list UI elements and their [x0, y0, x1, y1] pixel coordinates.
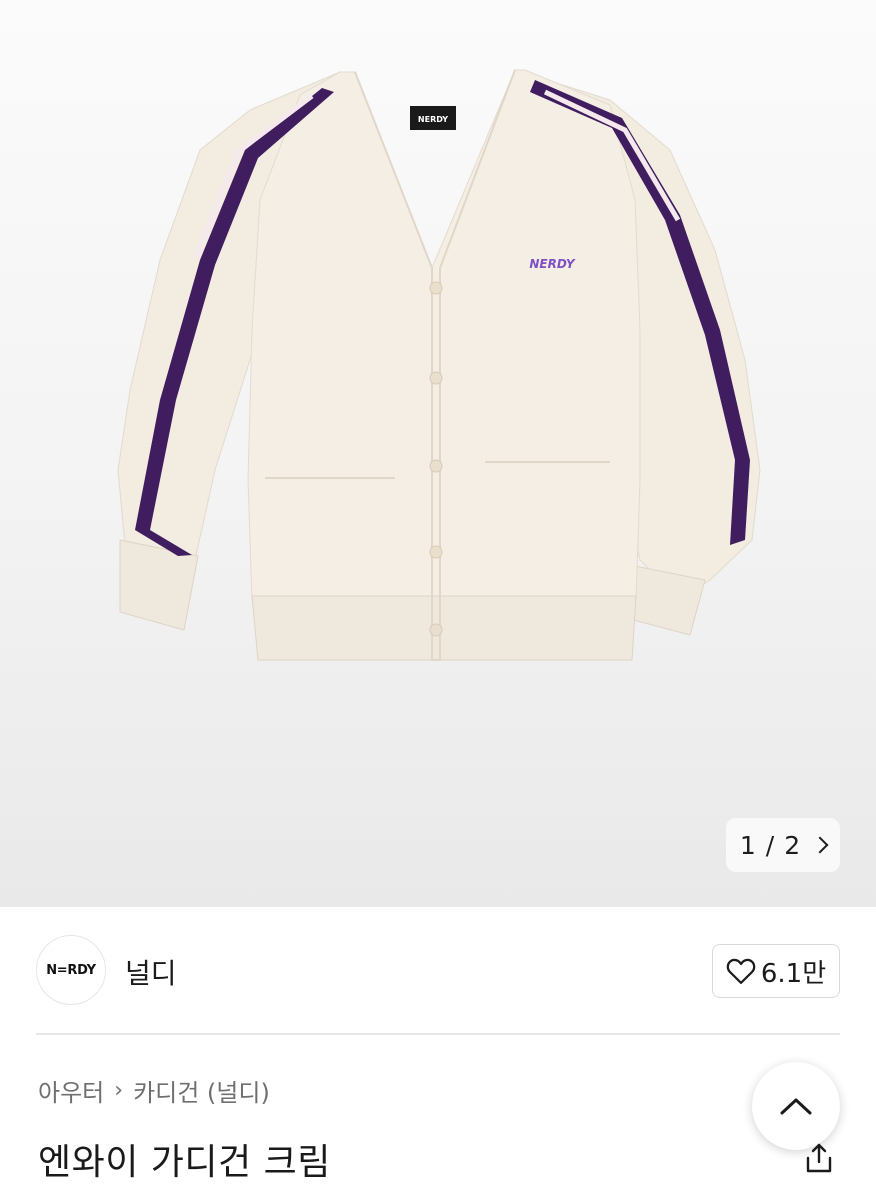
breadcrumb-category[interactable]: 아우터	[38, 1073, 104, 1108]
brand-row: N=RDY 널디 6.1만	[36, 935, 840, 1007]
scroll-to-top-button[interactable]	[752, 1062, 840, 1150]
brand-name[interactable]: 널디	[125, 952, 177, 992]
share-button[interactable]	[800, 1138, 838, 1178]
product-title: 엔와이 가디건 크림	[38, 1142, 331, 1183]
product-image: NERDY NERDY	[117, 69, 761, 661]
like-count: 6.1만	[760, 958, 827, 989]
heart-icon	[726, 958, 756, 984]
brand-logo[interactable]: N=RDY	[36, 935, 106, 1005]
chevron-right-icon: ›	[114, 1078, 124, 1103]
breadcrumb: 아우터 › 카디건 (널디)	[38, 1073, 270, 1108]
pager-current: 1	[739, 830, 756, 860]
brand-logo-text: N=RDY	[46, 962, 96, 978]
chest-logo-text: NERDY	[529, 257, 576, 271]
image-pager[interactable]: 1 / 2	[726, 818, 840, 872]
product-image-gallery[interactable]: NERDY NERDY 1 / 2	[0, 0, 876, 907]
neck-label-text: NERDY	[418, 115, 448, 124]
pager-total: 2	[784, 830, 801, 860]
pager-separator: /	[765, 830, 775, 860]
chevron-up-icon	[780, 1098, 812, 1115]
share-icon	[806, 1143, 832, 1173]
breadcrumb-subcategory[interactable]: 카디건 (널디)	[133, 1073, 270, 1108]
like-button[interactable]: 6.1만	[712, 944, 840, 998]
chevron-right-icon[interactable]	[811, 836, 829, 854]
divider	[36, 1033, 840, 1035]
